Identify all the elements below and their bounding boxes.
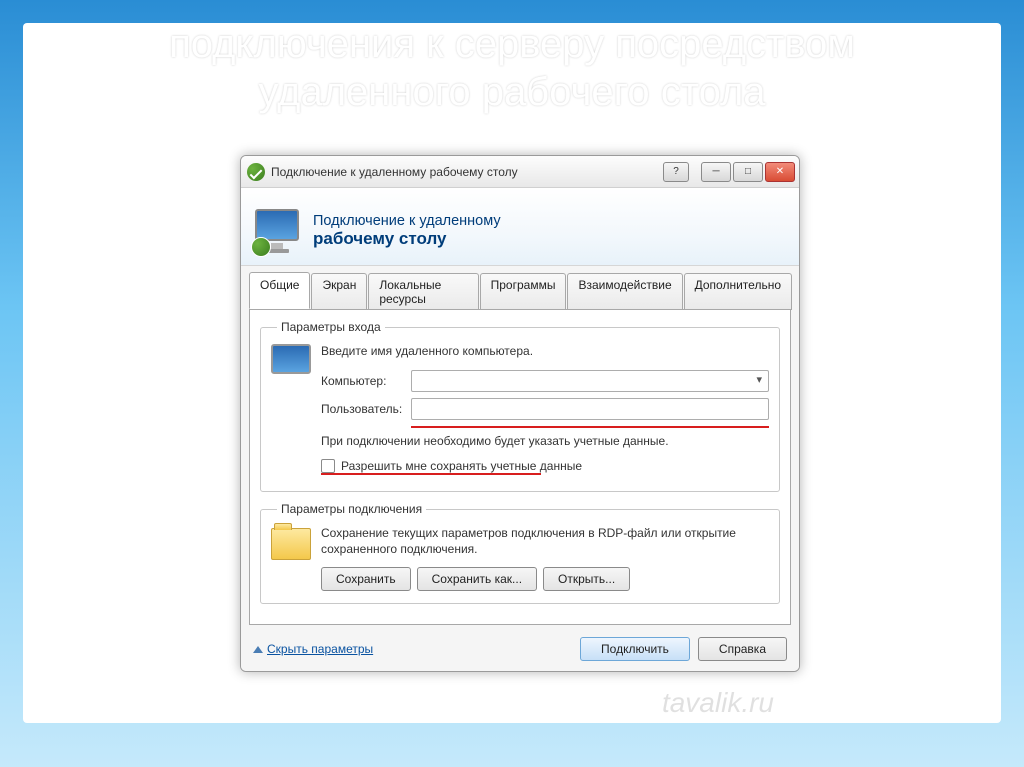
slide-title-line1: подключения к серверу посредством (169, 22, 855, 66)
slide-title: подключения к серверу посредством удален… (0, 20, 1024, 116)
help-icon-button[interactable]: ? (663, 162, 689, 182)
tab-body: Параметры входа Введите имя удаленного к… (249, 309, 791, 625)
banner-line2: рабочему столу (313, 229, 501, 249)
connect-button[interactable]: Подключить (580, 637, 690, 661)
login-group: Параметры входа Введите имя удаленного к… (260, 320, 780, 492)
tab-advanced[interactable]: Дополнительно (684, 273, 792, 310)
monitor-icon (271, 344, 315, 374)
slide-title-line2: удаленного рабочего стола (258, 70, 765, 114)
tab-general[interactable]: Общие (249, 272, 310, 309)
computer-combobox[interactable] (411, 370, 769, 392)
save-credentials-checkbox[interactable] (321, 459, 335, 473)
rdp-banner-icon (253, 207, 301, 255)
tab-experience[interactable]: Взаимодействие (567, 273, 682, 310)
toggle-options-label: Скрыть параметры (267, 642, 373, 656)
tab-display[interactable]: Экран (311, 273, 367, 310)
underline-annotation-1 (411, 426, 769, 428)
tab-programs[interactable]: Программы (480, 273, 567, 310)
login-instruction: Введите имя удаленного компьютера. (321, 344, 769, 360)
login-note: При подключении необходимо будет указать… (321, 434, 769, 450)
help-button[interactable]: Справка (698, 637, 787, 661)
rdp-dialog: Подключение к удаленному рабочему столу … (240, 155, 800, 672)
banner-line1: Подключение к удаленному (313, 213, 501, 229)
footer: Скрыть параметры Подключить Справка (241, 631, 799, 671)
user-field[interactable] (411, 398, 769, 420)
titlebar[interactable]: Подключение к удаленному рабочему столу … (241, 156, 799, 188)
toggle-options[interactable]: Скрыть параметры (253, 642, 373, 656)
rdp-icon (247, 163, 265, 181)
titlebar-text: Подключение к удаленному рабочему столу (271, 165, 661, 179)
tab-strip: Общие Экран Локальные ресурсы Программы … (241, 266, 799, 309)
save-credentials-label: Разрешить мне сохранять учетные данные (341, 459, 582, 473)
minimize-button[interactable]: ─ (701, 162, 731, 182)
save-button[interactable]: Сохранить (321, 567, 411, 591)
save-as-button[interactable]: Сохранить как... (417, 567, 537, 591)
tab-local-resources[interactable]: Локальные ресурсы (368, 273, 478, 310)
computer-label: Компьютер: (321, 374, 411, 388)
user-label: Пользователь: (321, 402, 411, 416)
login-legend: Параметры входа (277, 320, 385, 334)
underline-annotation-2 (321, 473, 541, 475)
folder-icon (271, 526, 315, 558)
close-button[interactable]: ✕ (765, 162, 795, 182)
open-button[interactable]: Открыть... (543, 567, 630, 591)
connection-legend: Параметры подключения (277, 502, 426, 516)
maximize-button[interactable]: □ (733, 162, 763, 182)
connection-text: Сохранение текущих параметров подключени… (321, 526, 769, 557)
connection-group: Параметры подключения Сохранение текущих… (260, 502, 780, 604)
banner: Подключение к удаленному рабочему столу (241, 188, 799, 266)
chevron-up-icon (253, 646, 263, 653)
